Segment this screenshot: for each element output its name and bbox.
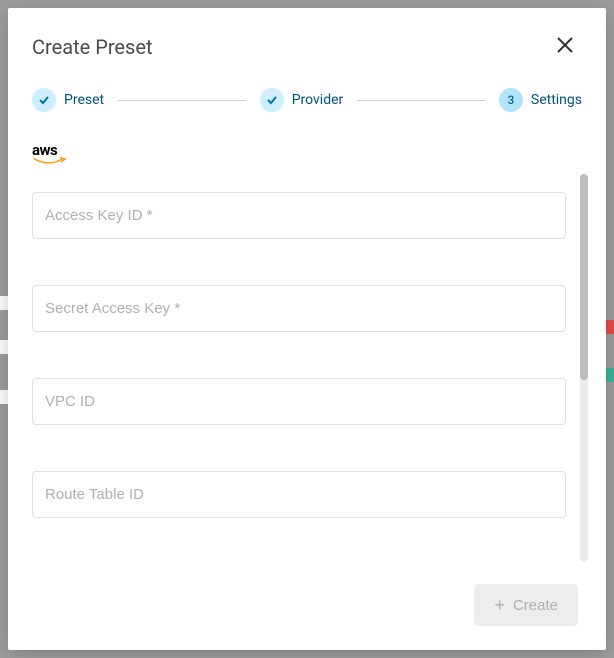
aws-logo: aws — [32, 143, 68, 168]
stepper: Preset Provider 3 Settings — [8, 82, 606, 130]
field-vpc-id — [32, 378, 566, 425]
background-item — [0, 340, 8, 354]
scrollbar-track[interactable] — [580, 174, 588, 562]
check-icon — [32, 88, 56, 112]
form-scroll-area — [8, 174, 606, 564]
step-divider — [118, 100, 246, 101]
step-preset[interactable]: Preset — [32, 88, 104, 112]
background-item — [0, 390, 8, 404]
form-inner — [8, 174, 606, 518]
check-icon — [260, 88, 284, 112]
route-table-id-input[interactable] — [32, 471, 566, 518]
step-label: Provider — [292, 92, 344, 108]
step-label: Preset — [64, 92, 104, 108]
create-button[interactable]: + Create — [474, 584, 578, 626]
close-icon — [556, 34, 574, 59]
background-item — [0, 296, 8, 310]
vpc-id-input[interactable] — [32, 378, 566, 425]
secret-access-key-input[interactable] — [32, 285, 566, 332]
create-button-label: Create — [513, 597, 558, 614]
scrollbar-thumb[interactable] — [580, 174, 588, 380]
create-preset-modal: Create Preset Preset Provider 3 Settings — [8, 8, 606, 650]
provider-logo-row: aws — [8, 130, 606, 174]
modal-header: Create Preset — [8, 8, 606, 82]
field-route-table-id — [32, 471, 566, 518]
modal-title: Create Preset — [32, 35, 153, 59]
step-label: Settings — [531, 92, 582, 108]
modal-footer: + Create — [8, 564, 606, 650]
background-item — [605, 320, 614, 334]
step-provider[interactable]: Provider — [260, 88, 344, 112]
step-divider — [357, 100, 485, 101]
step-settings[interactable]: 3 Settings — [499, 88, 582, 112]
field-secret-access-key — [32, 285, 566, 332]
access-key-id-input[interactable] — [32, 192, 566, 239]
plus-icon: + — [494, 596, 505, 614]
step-number-badge: 3 — [499, 88, 523, 112]
background-item — [605, 368, 614, 382]
close-button[interactable] — [552, 32, 578, 62]
field-access-key-id — [32, 192, 566, 239]
